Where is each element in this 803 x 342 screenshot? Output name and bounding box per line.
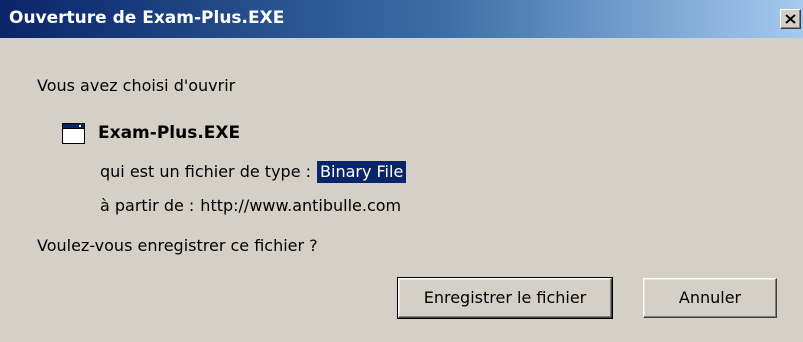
close-button[interactable] (780, 9, 801, 29)
intro-text: Vous avez choisi d'ouvrir (37, 76, 236, 95)
title-bar[interactable]: Ouverture de Exam-Plus.EXE (0, 0, 803, 38)
file-type-label: qui est un fichier de type : (100, 162, 312, 181)
close-icon (785, 14, 796, 24)
window-title: Ouverture de Exam-Plus.EXE (9, 8, 285, 28)
file-type-line: qui est un fichier de type : Binary File (100, 161, 407, 183)
file-source-label: à partir de : (100, 196, 195, 215)
save-question: Voulez-vous enregistrer ce fichier ? (37, 236, 318, 255)
file-type-value: Binary File (317, 161, 407, 183)
file-name: Exam-Plus.EXE (98, 123, 241, 143)
cancel-button[interactable]: Annuler (643, 278, 777, 318)
save-file-button[interactable]: Enregistrer le fichier (397, 277, 613, 319)
application-window-icon (62, 123, 85, 144)
file-source-line: à partir de : http://www.antibulle.com (100, 196, 401, 215)
file-download-dialog: Ouverture de Exam-Plus.EXE Vous avez cho… (0, 0, 803, 342)
file-source-url: http://www.antibulle.com (200, 196, 402, 215)
